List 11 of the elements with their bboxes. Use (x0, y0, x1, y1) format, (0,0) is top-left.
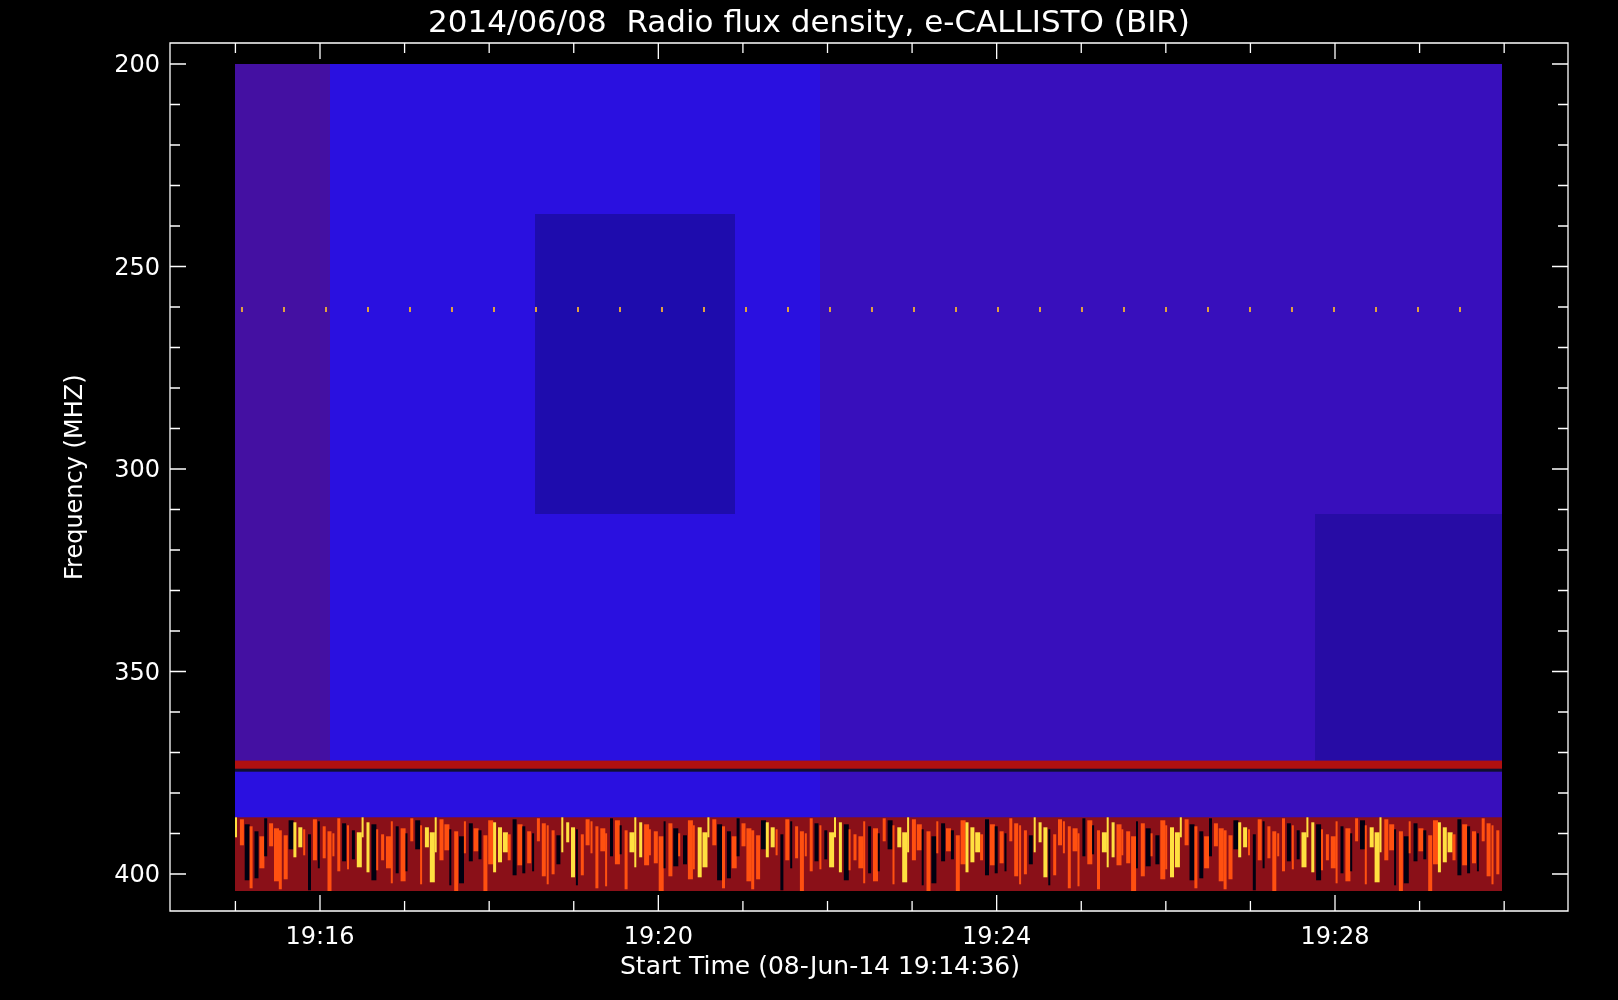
y-tick-label: 200 (113, 50, 160, 78)
x-tick-label: 19:28 (1299, 922, 1371, 950)
y-tick-label: 400 (113, 860, 160, 888)
x-tick-label: 19:20 (622, 922, 694, 950)
x-tick-label: 19:24 (961, 922, 1033, 950)
y-tick-label: 300 (113, 455, 160, 483)
x-tick-label: 19:16 (284, 922, 356, 950)
y-tick-label: 250 (113, 252, 160, 281)
x-axis-label: Start Time (08-Jun-14 19:14:36) (620, 952, 1020, 980)
y-tick-label: 350 (113, 657, 160, 686)
chart-title: 2014/06/08 Radio flux density, e-CALLISTO (BIR) (428, 3, 1190, 39)
